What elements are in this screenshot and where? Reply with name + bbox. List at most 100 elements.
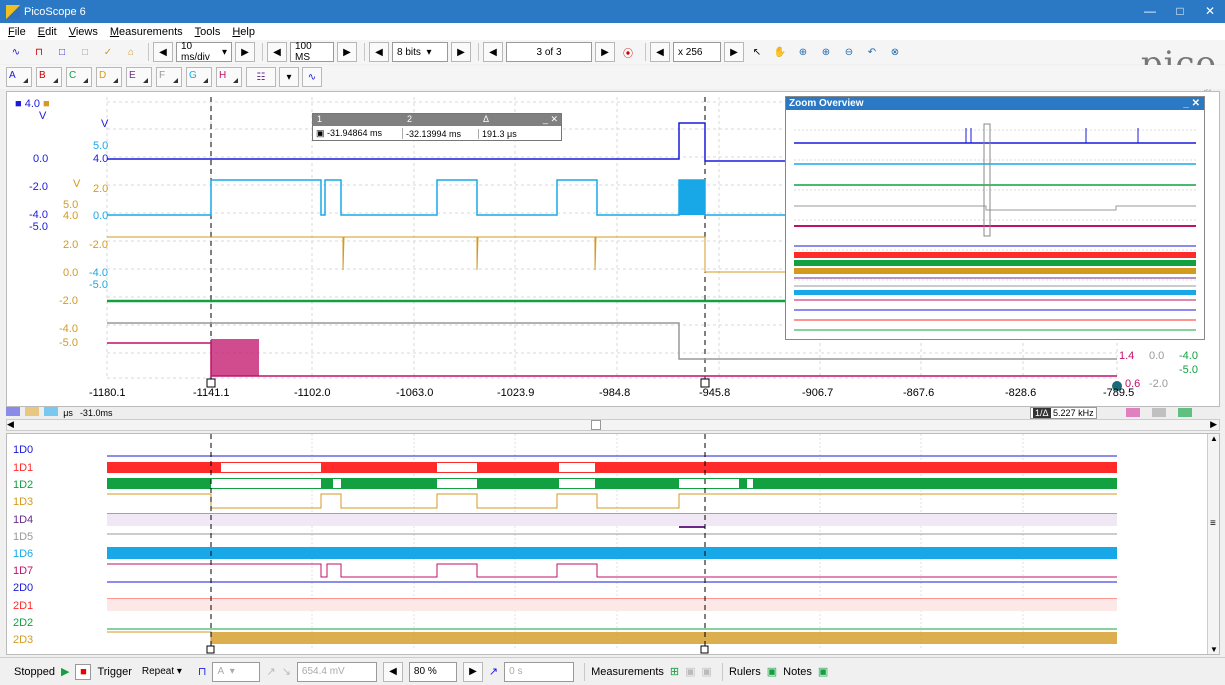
zoom-prev-button[interactable]: ◀ [650,42,670,62]
ruler-window[interactable]: 1 2 Δ _ ✕ ▣ -31.94864 ms -32.13994 ms 191.3… [312,113,562,141]
pretrigger-prev-button[interactable]: ◀ [382,661,403,682]
time-tick: -1141.1 [193,387,230,399]
menu-file[interactable]: File [8,26,26,38]
digital-label-2d1: 2D1 [13,600,34,612]
minimize-button[interactable]: — [1135,0,1165,23]
timebase-prev-button[interactable]: ◀ [153,42,173,62]
zoom-area-icon[interactable]: ⊕ [816,42,836,62]
resolution-next-button[interactable]: ▶ [451,42,471,62]
pointer-icon[interactable]: ↖ [747,42,767,62]
digital-label-1d0: 1D0 [13,444,34,456]
zoom-fit-icon[interactable]: ⊗ [885,42,905,62]
zoom-overview-close-icon[interactable]: _ ✕ [1183,97,1200,110]
zoom-next-button[interactable]: ▶ [724,42,744,62]
samples-prev-button[interactable]: ◀ [267,42,287,62]
horizontal-scrollbar[interactable]: ◀ ▶ [6,419,1220,431]
digital-view[interactable]: 1D0 1D1 1D2 1D3 1D4 1D5 1D6 1D7 2D0 2D1 … [6,433,1220,655]
digital-label-2d3: 2D3 [13,634,34,646]
threshold-field[interactable]: 654.4 mV [296,661,377,682]
notes-icon[interactable]: ▣ [818,665,828,678]
scroll-right-icon[interactable]: ▶ [1210,419,1217,430]
digital-vertical-scrollbar[interactable]: ▲ ≡ ▼ [1207,434,1219,654]
home-icon[interactable]: ⌂ [121,42,141,62]
stop-button[interactable]: ■ [75,663,92,680]
edit-measurement-icon[interactable]: ▣ [685,665,695,678]
add-measurement-icon[interactable]: ⊞ [670,665,679,678]
axis-a-tick: -4.0 [29,209,48,221]
buffer-prev-button[interactable]: ◀ [483,42,503,62]
zoom-field[interactable]: x 256 [673,42,721,62]
scale-badge-b[interactable] [44,407,59,416]
serial-mode-icon[interactable]: □ [75,42,95,62]
start-icon[interactable]: ▶ [61,665,69,678]
menu-tools[interactable]: Tools [195,26,221,38]
samples-next-button[interactable]: ▶ [337,42,357,62]
frequency-readout: 1/Δ 5.227 kHz [1030,407,1097,419]
zoom-overview-window[interactable]: Zoom Overview _ ✕ [785,96,1205,340]
channel-a-button[interactable]: A [6,67,32,87]
buffer-field[interactable]: 3 of 3 [506,42,592,62]
trigger-type-icon[interactable]: ⊓ [198,665,207,678]
channel-f-button[interactable]: F [156,67,182,87]
menu-measurements[interactable]: Measurements [110,26,183,38]
time-tick: -1180.1 [89,387,126,399]
buffer-navigator-icon[interactable]: ⦿ [618,42,638,62]
samples-select[interactable]: 100 MS [290,41,334,63]
channel-h-button[interactable]: H [216,67,242,87]
scroll-left-icon[interactable]: ◀ [7,419,14,430]
scale-badge-d[interactable] [1178,408,1192,417]
timebase-next-button[interactable]: ▶ [235,42,255,62]
scale-badge-e[interactable] [1152,408,1166,417]
axis-c-tick: 2.0 [63,239,79,251]
delay-field[interactable]: 0 s [504,661,575,682]
scale-badge-c[interactable] [25,407,40,416]
menu-views[interactable]: Views [69,26,98,38]
falling-edge-icon[interactable]: ↘ [282,665,291,678]
axis-b-unit: V [101,118,109,130]
digital-channels-icon[interactable]: ☷ [246,67,276,87]
rulers-label: Rulers [728,665,761,678]
rulers-icon[interactable]: ▣ [767,665,777,678]
channel-e-button[interactable]: E [126,67,152,87]
axis-right-tick: 0.0 [1149,350,1165,362]
channel-g-button[interactable]: G [186,67,212,87]
channel-c-button[interactable]: C [66,67,92,87]
menu-help[interactable]: Help [232,26,255,38]
resolution-select[interactable]: 8 bits ▾ [392,42,448,62]
persistence-mode-icon[interactable]: ⊓ [29,42,49,62]
spectrum-mode-icon[interactable]: □ [52,42,72,62]
scope-mode-icon[interactable]: ∿ [6,42,26,62]
zoom-out-icon[interactable]: ⊖ [839,42,859,62]
pretrigger-field[interactable]: 80 % [408,661,457,682]
app-icon [6,4,20,19]
buffer-next-button[interactable]: ▶ [595,42,615,62]
channel-d-button[interactable]: D [96,67,122,87]
maximize-button[interactable]: □ [1165,0,1195,23]
run-state-label: Stopped [14,665,55,678]
channel-b-button[interactable]: B [36,67,62,87]
digital-label-1d4: 1D4 [13,514,34,526]
zoom-in-icon[interactable]: ⊕ [793,42,813,62]
digital-dropdown-button[interactable]: ▾ [279,67,299,87]
menu-edit[interactable]: Edit [38,26,57,38]
timebase-select[interactable]: 10 ms/div ▾ [176,41,232,63]
close-button[interactable]: ✕ [1195,0,1225,23]
ruler-close-icon[interactable]: _ ✕ [539,114,558,126]
rising-edge-icon[interactable]: ↗ [266,665,275,678]
post-trigger-icon[interactable]: ↗ [489,665,498,678]
scale-badge-a[interactable] [6,407,20,416]
scroll-thumb[interactable] [591,420,601,430]
undo-zoom-icon[interactable]: ↶ [862,42,882,62]
trigger-mode-select[interactable]: Repeat ▾ [138,662,192,682]
probe-icon[interactable]: ✓ [98,42,118,62]
math-channels-icon[interactable]: ∿ [302,67,322,87]
trace-c [107,236,787,273]
pretrigger-next-button[interactable]: ▶ [462,661,483,682]
hand-icon[interactable]: ✋ [770,42,790,62]
axis-a-tick: -5.0 [29,221,48,233]
resolution-prev-button[interactable]: ◀ [369,42,389,62]
trigger-source-select[interactable]: A ▾ [212,661,261,682]
scale-badge-h[interactable] [1126,408,1140,417]
delete-measurement-icon[interactable]: ▣ [702,665,712,678]
axis-c-tick: -2.0 [89,239,108,251]
